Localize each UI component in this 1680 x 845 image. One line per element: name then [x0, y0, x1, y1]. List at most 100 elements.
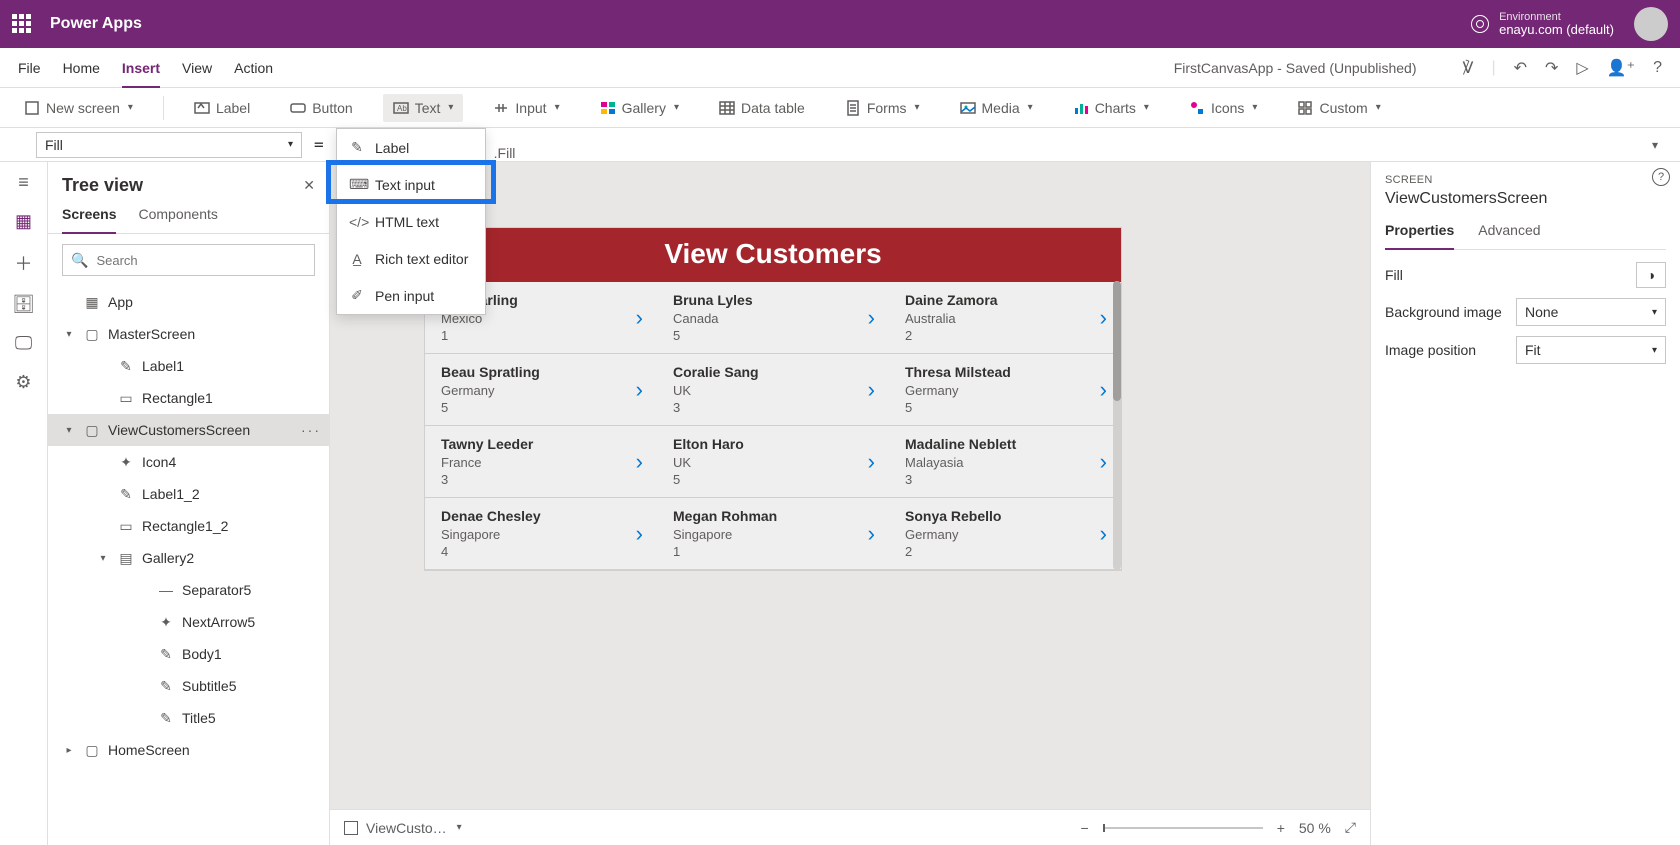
- insert-datatable-button[interactable]: Data table: [709, 94, 815, 122]
- insert-charts-button[interactable]: Charts▾: [1063, 94, 1159, 122]
- zoom-in-icon[interactable]: +: [1277, 820, 1285, 836]
- tree-node[interactable]: ▾▢MasterScreen: [48, 318, 329, 350]
- insert-text-button[interactable]: AbText▾: [383, 94, 464, 122]
- tab-advanced[interactable]: Advanced: [1478, 218, 1540, 249]
- gallery-item[interactable]: Bruna LylesCanada5›: [657, 282, 889, 354]
- twisty-icon[interactable]: ▾: [62, 425, 76, 436]
- tree-node[interactable]: ✎Title5: [48, 702, 329, 734]
- breadcrumb-screen[interactable]: ViewCusto…: [366, 820, 447, 836]
- close-icon[interactable]: ✕: [303, 177, 315, 194]
- chevron-right-icon[interactable]: ›: [636, 377, 643, 403]
- gallery-item[interactable]: Madaline NeblettMalayasia3›: [889, 426, 1121, 498]
- insert-forms-button[interactable]: Forms▾: [835, 94, 930, 122]
- menu-item-html-text[interactable]: </>HTML text: [337, 203, 485, 240]
- tree-node[interactable]: ✎Label1: [48, 350, 329, 382]
- tree-node[interactable]: ▭Rectangle1_2: [48, 510, 329, 542]
- chevron-right-icon[interactable]: ›: [868, 305, 875, 331]
- menu-action[interactable]: Action: [234, 60, 273, 76]
- menu-item-text-input[interactable]: ⌨Text input: [337, 166, 485, 203]
- menu-item-label[interactable]: ✎Label: [337, 129, 485, 166]
- menu-item-pen-input[interactable]: ✐Pen input: [337, 277, 485, 314]
- media-pane-icon[interactable]: 🖵: [15, 333, 32, 354]
- panel-help-icon[interactable]: ?: [1652, 168, 1670, 186]
- tree-node[interactable]: ▾▤Gallery2: [48, 542, 329, 574]
- tree-search[interactable]: 🔍: [62, 244, 315, 276]
- tree-node[interactable]: ✎Body1: [48, 638, 329, 670]
- tree-node[interactable]: ▦App: [48, 286, 329, 318]
- insert-media-button[interactable]: Media▾: [950, 94, 1043, 122]
- app-checker-icon[interactable]: ℣: [1462, 58, 1473, 78]
- gallery-item[interactable]: Coralie SangUK3›: [657, 354, 889, 426]
- tab-properties[interactable]: Properties: [1385, 218, 1454, 250]
- hamburger-icon[interactable]: ≡: [18, 172, 29, 193]
- tree-node[interactable]: ▸▢HomeScreen: [48, 734, 329, 766]
- help-icon[interactable]: ?: [1653, 59, 1662, 77]
- play-icon[interactable]: ▷: [1576, 58, 1588, 78]
- insert-input-button[interactable]: Input▾: [483, 94, 569, 122]
- insert-icons-button[interactable]: Icons▾: [1179, 94, 1268, 122]
- gallery-item[interactable]: Thresa MilsteadGermany5›: [889, 354, 1121, 426]
- search-input[interactable]: [96, 253, 306, 268]
- twisty-icon[interactable]: ▸: [62, 745, 76, 756]
- undo-icon[interactable]: ↶: [1514, 58, 1527, 78]
- screen-preview[interactable]: View Customers Viki DarlingMexico1›Bruna…: [424, 227, 1122, 571]
- menu-item-rich-text[interactable]: A̲Rich text editor: [337, 240, 485, 277]
- chevron-right-icon[interactable]: ›: [636, 521, 643, 547]
- chevron-right-icon[interactable]: ›: [1100, 449, 1107, 475]
- gallery-item[interactable]: Megan RohmanSingapore1›: [657, 498, 889, 570]
- share-icon[interactable]: 👤⁺: [1607, 58, 1635, 78]
- menu-file[interactable]: File: [18, 60, 41, 76]
- fill-color-picker[interactable]: ◑: [1636, 262, 1666, 288]
- tree-node[interactable]: ✦Icon4: [48, 446, 329, 478]
- fit-to-screen-icon[interactable]: ⤢: [1345, 819, 1356, 836]
- insert-gallery-button[interactable]: Gallery▾: [590, 94, 689, 122]
- zoom-slider[interactable]: [1103, 827, 1263, 829]
- tree-node[interactable]: ▾▢ViewCustomersScreen···: [48, 414, 329, 446]
- menu-insert[interactable]: Insert: [122, 60, 160, 88]
- user-avatar[interactable]: [1634, 7, 1668, 41]
- chevron-right-icon[interactable]: ›: [636, 305, 643, 331]
- formula-expand-icon[interactable]: ▾: [1642, 138, 1668, 152]
- chevron-right-icon[interactable]: ›: [1100, 521, 1107, 547]
- environment-picker[interactable]: Environment enayu.com (default): [1471, 11, 1614, 37]
- data-icon[interactable]: 🗄: [12, 294, 35, 315]
- chevron-right-icon[interactable]: ›: [868, 449, 875, 475]
- new-screen-button[interactable]: New screen▾: [14, 94, 143, 122]
- imgpos-dropdown[interactable]: Fit▾: [1516, 336, 1666, 364]
- insert-pane-icon[interactable]: ＋: [15, 250, 33, 276]
- menu-home[interactable]: Home: [63, 60, 100, 76]
- property-selector[interactable]: Fill▾: [36, 132, 302, 158]
- bgimg-dropdown[interactable]: None▾: [1516, 298, 1666, 326]
- chevron-right-icon[interactable]: ›: [1100, 377, 1107, 403]
- tab-screens[interactable]: Screens: [62, 200, 116, 234]
- insert-label-button[interactable]: Label: [184, 94, 260, 122]
- gallery-item[interactable]: Daine ZamoraAustralia2›: [889, 282, 1121, 354]
- gallery-item[interactable]: Elton HaroUK5›: [657, 426, 889, 498]
- app-launcher-icon[interactable]: [12, 14, 32, 34]
- gallery-scrollbar[interactable]: [1113, 281, 1121, 570]
- chevron-right-icon[interactable]: ›: [868, 377, 875, 403]
- tree-node[interactable]: ▭Rectangle1: [48, 382, 329, 414]
- screen-selector-icon[interactable]: [344, 821, 358, 835]
- tree-node[interactable]: ✎Label1_2: [48, 478, 329, 510]
- insert-custom-button[interactable]: Custom▾: [1287, 94, 1390, 122]
- more-icon[interactable]: ···: [301, 422, 321, 438]
- tree-node[interactable]: ―Separator5: [48, 574, 329, 606]
- menu-view[interactable]: View: [182, 60, 212, 76]
- chevron-right-icon[interactable]: ›: [636, 449, 643, 475]
- gallery-item[interactable]: Denae ChesleySingapore4›: [425, 498, 657, 570]
- gallery-item[interactable]: Beau SpratlingGermany5›: [425, 354, 657, 426]
- tree-node[interactable]: ✦NextArrow5: [48, 606, 329, 638]
- gallery-item[interactable]: Tawny LeederFrance3›: [425, 426, 657, 498]
- insert-button-button[interactable]: Button: [280, 94, 362, 122]
- chevron-right-icon[interactable]: ›: [1100, 305, 1107, 331]
- tree-node[interactable]: ✎Subtitle5: [48, 670, 329, 702]
- twisty-icon[interactable]: ▾: [62, 329, 76, 340]
- chevron-down-icon[interactable]: ▾: [457, 822, 462, 833]
- chevron-right-icon[interactable]: ›: [868, 521, 875, 547]
- tree-view-icon[interactable]: ▦: [15, 211, 32, 232]
- advanced-tools-icon[interactable]: ⚙: [15, 372, 31, 393]
- tab-components[interactable]: Components: [138, 200, 217, 233]
- zoom-out-icon[interactable]: −: [1081, 820, 1089, 836]
- redo-icon[interactable]: ↷: [1545, 58, 1558, 78]
